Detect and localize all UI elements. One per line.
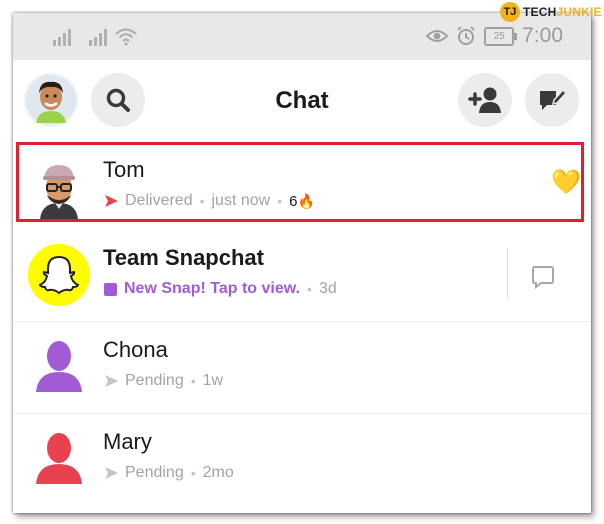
yellow-heart-icon: 💛 bbox=[551, 169, 581, 196]
snapchat-ghost-icon bbox=[28, 244, 90, 306]
chat-row-team-snapchat[interactable]: Team Snapchat New Snap! Tap to view. • 3… bbox=[13, 230, 591, 322]
chat-status: New Snap! Tap to view. bbox=[124, 280, 301, 297]
chat-header: Chat bbox=[13, 60, 591, 142]
app-screen: 25 7:00 Chat Tom Delivered • just now • … bbox=[13, 13, 591, 513]
fire-icon: 🔥 bbox=[297, 192, 315, 209]
chat-status-line: New Snap! Tap to view. • 3d bbox=[104, 280, 337, 298]
chat-status-line: Pending • 1w bbox=[104, 372, 223, 390]
reply-chat-button[interactable] bbox=[532, 265, 554, 294]
chat-name: Chona bbox=[103, 337, 168, 362]
signal-icon bbox=[53, 29, 71, 46]
default-avatar-icon bbox=[36, 433, 82, 484]
alarm-icon bbox=[457, 26, 475, 45]
chat-status-line: Pending • 2mo bbox=[104, 464, 234, 482]
delivered-arrow-icon bbox=[105, 195, 118, 207]
chat-row-mary[interactable]: Mary Pending • 2mo bbox=[13, 414, 591, 506]
chat-status: Pending bbox=[125, 372, 184, 389]
chat-time: just now bbox=[211, 192, 271, 209]
signal-icon-2 bbox=[89, 29, 107, 46]
new-chat-button[interactable] bbox=[525, 73, 579, 127]
pending-arrow-icon bbox=[105, 375, 118, 387]
chat-status-line: Delivered • just now • 6 🔥 bbox=[104, 192, 315, 210]
chat-row-chona[interactable]: Chona Pending • 1w bbox=[13, 322, 591, 414]
add-friend-button[interactable] bbox=[458, 73, 512, 127]
chat-name: Mary bbox=[103, 429, 152, 454]
chat-bubble-icon bbox=[532, 266, 554, 290]
techjunkie-watermark: TJ TECHJUNKIE bbox=[500, 2, 602, 22]
chat-status: Pending bbox=[125, 464, 184, 481]
chat-time: 2mo bbox=[202, 464, 234, 481]
new-snap-square-icon bbox=[104, 282, 117, 296]
new-chat-icon bbox=[540, 88, 567, 110]
streak-count: 6 bbox=[289, 192, 298, 210]
wifi-icon bbox=[115, 28, 137, 46]
avatar bbox=[28, 244, 90, 306]
chat-name: Tom bbox=[103, 157, 145, 182]
avatar bbox=[28, 334, 90, 396]
chat-status: Delivered bbox=[125, 192, 193, 209]
chat-name: Team Snapchat bbox=[103, 245, 264, 270]
chat-row-tom[interactable]: Tom Delivered • just now • 6 🔥 💛 bbox=[13, 142, 591, 234]
add-friend-icon bbox=[468, 87, 501, 113]
avatar bbox=[28, 157, 90, 219]
status-time: 7:00 bbox=[522, 24, 563, 47]
bitmoji-avatar-icon bbox=[40, 165, 78, 219]
chat-time: 3d bbox=[318, 280, 337, 297]
eye-icon bbox=[426, 30, 449, 42]
default-avatar-icon bbox=[36, 341, 82, 392]
techjunkie-logo-icon: TJ bbox=[500, 2, 520, 22]
avatar bbox=[28, 426, 90, 488]
pending-arrow-icon bbox=[105, 467, 118, 479]
chat-time: 1w bbox=[202, 372, 224, 389]
battery-icon: 25 bbox=[484, 26, 518, 46]
